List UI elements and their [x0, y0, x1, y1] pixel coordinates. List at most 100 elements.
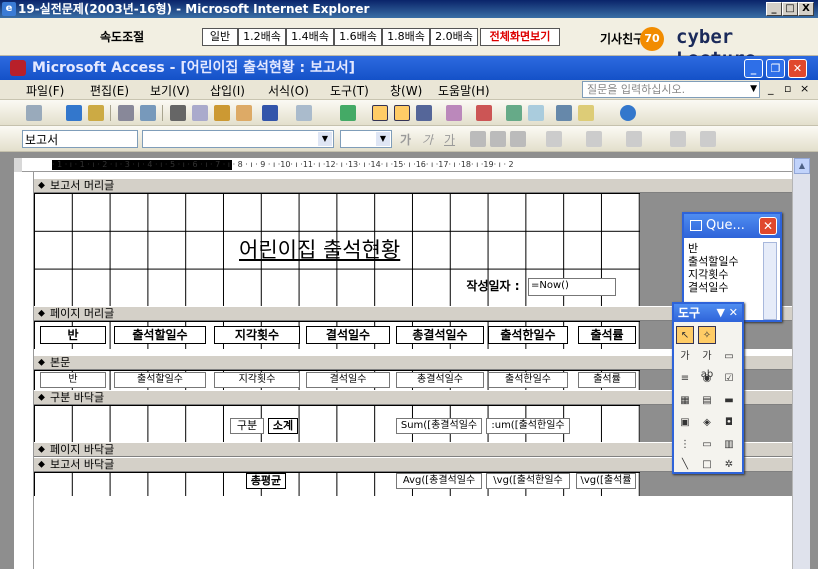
- select-objects-tool-icon[interactable]: ↖: [676, 326, 694, 344]
- ie-minimize-button[interactable]: _: [766, 2, 782, 16]
- undo-icon[interactable]: [262, 105, 278, 121]
- more-controls-tool-icon[interactable]: ✲: [720, 456, 738, 474]
- detail-field-total-absent[interactable]: 총결석일수: [396, 372, 484, 388]
- cut-icon[interactable]: [170, 105, 186, 121]
- detail-field-absent[interactable]: 결석일수: [306, 372, 390, 388]
- date-textbox[interactable]: =Now(): [528, 278, 616, 296]
- format-painter-icon[interactable]: [236, 105, 252, 121]
- unbound-frame-tool-icon[interactable]: ◈: [698, 414, 716, 432]
- align-right-icon[interactable]: [510, 131, 526, 147]
- toolbox-icon[interactable]: [394, 105, 410, 121]
- band-report-header[interactable]: 보고서 머리글: [34, 178, 792, 193]
- control-wizards-tool-icon[interactable]: ✧: [698, 326, 716, 344]
- help-question-input[interactable]: 질문을 입력하십시오. ▼: [582, 81, 760, 98]
- speed-2-0-button[interactable]: 2.0배속: [430, 28, 478, 46]
- line-color-icon[interactable]: [626, 131, 642, 147]
- combo-box-tool-icon[interactable]: ▦: [676, 392, 694, 410]
- font-size-combo[interactable]: ▼: [340, 130, 392, 148]
- font-color-icon[interactable]: [586, 131, 602, 147]
- report-avg-attended[interactable]: \vg([출석한일수: [486, 473, 570, 489]
- copy-icon[interactable]: [192, 105, 208, 121]
- print-preview-icon[interactable]: [140, 105, 156, 121]
- detail-field-attended[interactable]: 출석한일수: [488, 372, 568, 388]
- paste-icon[interactable]: [214, 105, 230, 121]
- report-average-label[interactable]: 총평균: [246, 473, 286, 489]
- ruler-corner[interactable]: [14, 158, 22, 172]
- field-list-scrollbar[interactable]: [763, 242, 777, 320]
- font-combo[interactable]: ▼: [142, 130, 334, 148]
- menu-view[interactable]: 보기(V): [150, 82, 190, 99]
- group-subtotal-label[interactable]: 소계: [268, 418, 298, 434]
- option-group-tool-icon[interactable]: ▭: [720, 348, 738, 366]
- speed-1-4-button[interactable]: 1.4배속: [286, 28, 334, 46]
- toggle-button-tool-icon[interactable]: ≡: [676, 370, 694, 388]
- menu-tools[interactable]: 도구(T): [330, 82, 369, 99]
- scroll-up-button[interactable]: ▲: [794, 158, 810, 174]
- database-window-icon[interactable]: [556, 105, 572, 121]
- object-combo[interactable]: 보고서: [22, 130, 138, 148]
- option-button-tool-icon[interactable]: ◉: [698, 370, 716, 388]
- fill-color-icon[interactable]: [546, 131, 562, 147]
- mdi-close-button[interactable]: ×: [800, 82, 809, 95]
- view-icon[interactable]: [26, 105, 42, 121]
- field-item-ban[interactable]: 반: [688, 242, 739, 255]
- report-title-label[interactable]: 어린이집 출석현황: [239, 234, 400, 264]
- field-list-title-bar[interactable]: Que... ✕: [684, 214, 780, 238]
- field-item-attend-days[interactable]: 출석할일수: [688, 255, 739, 268]
- help-icon[interactable]: [620, 105, 636, 121]
- underline-button[interactable]: 가: [444, 131, 455, 148]
- mdi-minimize-button[interactable]: _: [768, 82, 774, 95]
- report-avg-rate[interactable]: \vg([출석률: [576, 473, 636, 489]
- line-tool-icon[interactable]: ╲: [676, 456, 694, 474]
- build-icon[interactable]: [528, 105, 544, 121]
- access-restore-button[interactable]: ❐: [766, 59, 785, 78]
- special-effect-icon[interactable]: [700, 131, 716, 147]
- speed-1-2-button[interactable]: 1.2배속: [238, 28, 286, 46]
- menu-help[interactable]: 도움말(H): [438, 82, 490, 99]
- page-break-tool-icon[interactable]: ⋮: [676, 436, 694, 454]
- group-sum-attended[interactable]: :um([출석한일수: [486, 418, 570, 434]
- detail-field-ban[interactable]: 반: [40, 372, 106, 388]
- sorting-grouping-icon[interactable]: [416, 105, 432, 121]
- rectangle-tool-icon[interactable]: □: [698, 456, 716, 474]
- redo-icon[interactable]: [296, 105, 312, 121]
- label-tool[interactable]: 가: [676, 348, 694, 366]
- detail-field-rate[interactable]: 출석률: [578, 372, 636, 388]
- date-label[interactable]: 작성일자 :: [460, 278, 526, 296]
- new-object-icon[interactable]: [578, 105, 594, 121]
- speed-normal-button[interactable]: 일반: [202, 28, 238, 46]
- mdi-restore-button[interactable]: ▫: [784, 82, 791, 95]
- save-icon[interactable]: [66, 105, 82, 121]
- field-list-icon[interactable]: [372, 105, 388, 121]
- group-sum-total-absent[interactable]: Sum([총결석일수: [396, 418, 482, 434]
- tab-control-tool-icon[interactable]: ▭: [698, 436, 716, 454]
- vertical-scrollbar[interactable]: ▲: [792, 158, 810, 569]
- toolbox-close-button[interactable]: ▼ ✕: [716, 304, 738, 322]
- field-list-close-button[interactable]: ✕: [759, 217, 777, 235]
- access-close-button[interactable]: ✕: [788, 59, 807, 78]
- toolbox-window[interactable]: 도구 ▼ ✕ ↖ ✧ 가 가ab ▭ ≡ ◉ ☑ ▦ ▤ ▬ ▣ ◈ ◘ ⋮ ▭…: [672, 302, 744, 474]
- align-center-icon[interactable]: [490, 131, 506, 147]
- menu-window[interactable]: 창(W): [390, 82, 422, 99]
- access-minimize-button[interactable]: _: [744, 59, 763, 78]
- ie-maximize-button[interactable]: □: [782, 2, 798, 16]
- field-item-late[interactable]: 지각횟수: [688, 268, 739, 281]
- hyperlink-icon[interactable]: [340, 105, 356, 121]
- autoformat-icon[interactable]: [446, 105, 462, 121]
- ie-close-button[interactable]: X: [798, 2, 814, 16]
- properties-icon[interactable]: [506, 105, 522, 121]
- menu-file[interactable]: 파일(F): [26, 82, 64, 99]
- group-gubun-field[interactable]: 구분: [230, 418, 264, 434]
- bold-button[interactable]: 가: [400, 131, 411, 148]
- header-label-late[interactable]: 지각횟수: [214, 326, 300, 344]
- list-box-tool-icon[interactable]: ▤: [698, 392, 716, 410]
- menu-edit[interactable]: 편집(E): [90, 82, 129, 99]
- field-item-absent[interactable]: 결석일수: [688, 281, 739, 294]
- report-avg-total-absent[interactable]: Avg([총결석일수: [396, 473, 482, 489]
- search-icon[interactable]: [88, 105, 104, 121]
- fullscreen-button[interactable]: 전체화면보기: [480, 28, 560, 46]
- command-button-tool-icon[interactable]: ▬: [720, 392, 738, 410]
- speed-1-8-button[interactable]: 1.8배속: [382, 28, 430, 46]
- header-label-rate[interactable]: 출석률: [578, 326, 636, 344]
- header-label-attend-days[interactable]: 출석할일수: [114, 326, 206, 344]
